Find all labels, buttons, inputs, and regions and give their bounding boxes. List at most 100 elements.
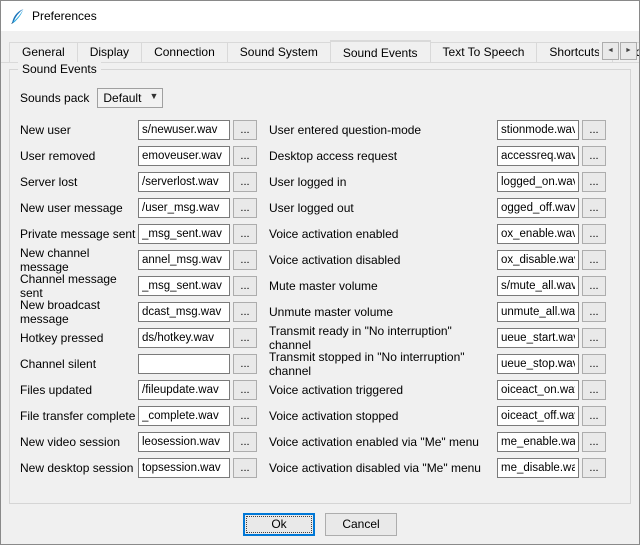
browse-button[interactable]: ... xyxy=(233,120,257,140)
browse-button[interactable]: ... xyxy=(233,354,257,374)
sound-file-input[interactable] xyxy=(497,328,579,348)
cancel-button[interactable]: Cancel xyxy=(325,513,397,536)
sound-file-input[interactable] xyxy=(497,432,579,452)
tab-scroll-left-button[interactable]: ◄ xyxy=(602,42,619,60)
sound-file-input[interactable] xyxy=(497,224,579,244)
browse-button[interactable]: ... xyxy=(233,380,257,400)
browse-button[interactable]: ... xyxy=(233,198,257,218)
sound-event-label: New user message xyxy=(20,201,138,215)
browse-button[interactable]: ... xyxy=(582,302,606,322)
browse-button[interactable]: ... xyxy=(582,380,606,400)
sound-event-label: New user xyxy=(20,123,138,137)
sound-file-input[interactable] xyxy=(138,380,230,400)
sound-event-row: New user message ... xyxy=(20,198,257,218)
sound-event-row: Unmute master volume ... xyxy=(269,302,606,322)
sound-file-input[interactable] xyxy=(497,198,579,218)
sound-event-row: Transmit ready in "No interruption" chan… xyxy=(269,328,606,348)
sound-event-row: New user ... xyxy=(20,120,257,140)
window-title: Preferences xyxy=(32,9,97,23)
sound-file-input[interactable] xyxy=(497,302,579,322)
tabs-inner: General Display Connection Sound System … xyxy=(1,39,639,62)
tab-display[interactable]: Display xyxy=(77,42,142,62)
tab-general[interactable]: General xyxy=(9,42,78,62)
sound-event-label: New channel message xyxy=(20,246,138,274)
sound-event-label: Channel message sent xyxy=(20,272,138,300)
tab-sound-events[interactable]: Sound Events xyxy=(330,40,431,63)
browse-button[interactable]: ... xyxy=(582,432,606,452)
sounds-pack-select[interactable]: Default ▼ xyxy=(97,88,163,108)
sound-file-input[interactable] xyxy=(497,458,579,478)
browse-button[interactable]: ... xyxy=(582,354,606,374)
button-bar: Ok Cancel xyxy=(1,504,639,544)
sound-event-row: Private message sent ... xyxy=(20,224,257,244)
browse-button[interactable]: ... xyxy=(582,224,606,244)
browse-button[interactable]: ... xyxy=(233,250,257,270)
browse-button[interactable]: ... xyxy=(233,302,257,322)
browse-button[interactable]: ... xyxy=(233,406,257,426)
browse-button[interactable]: ... xyxy=(233,276,257,296)
sound-file-input[interactable] xyxy=(138,406,230,426)
sound-event-label: Voice activation enabled via "Me" menu xyxy=(269,435,497,449)
sound-events-groupbox: Sound Events Sounds pack Default ▼ New u… xyxy=(9,69,631,504)
sound-event-label: New desktop session xyxy=(20,461,138,475)
app-icon xyxy=(9,8,26,25)
sound-file-input[interactable] xyxy=(138,146,230,166)
sound-file-input[interactable] xyxy=(138,328,230,348)
browse-button[interactable]: ... xyxy=(582,146,606,166)
sound-event-row: New channel message ... xyxy=(20,250,257,270)
sound-file-input[interactable] xyxy=(138,224,230,244)
sound-event-row: New video session ... xyxy=(20,432,257,452)
sound-file-input[interactable] xyxy=(138,198,230,218)
sound-event-row: Voice activation disabled via "Me" menu … xyxy=(269,458,606,478)
sound-event-label: Voice activation disabled xyxy=(269,253,497,267)
sound-file-input[interactable] xyxy=(138,432,230,452)
sound-file-input[interactable] xyxy=(138,172,230,192)
tab-text-to-speech[interactable]: Text To Speech xyxy=(430,42,538,62)
sound-event-row: Mute master volume ... xyxy=(269,276,606,296)
browse-button[interactable]: ... xyxy=(582,250,606,270)
sound-event-label: New video session xyxy=(20,435,138,449)
sound-event-row: Transmit stopped in "No interruption" ch… xyxy=(269,354,606,374)
browse-button[interactable]: ... xyxy=(233,172,257,192)
browse-button[interactable]: ... xyxy=(233,146,257,166)
sound-file-input[interactable] xyxy=(497,146,579,166)
sound-file-input[interactable] xyxy=(138,458,230,478)
browse-button[interactable]: ... xyxy=(582,276,606,296)
sound-file-input[interactable] xyxy=(497,172,579,192)
sound-event-label: Transmit ready in "No interruption" chan… xyxy=(269,324,497,352)
browse-button[interactable]: ... xyxy=(233,224,257,244)
browse-button[interactable]: ... xyxy=(233,458,257,478)
sound-event-label: File transfer complete xyxy=(20,409,138,423)
sound-event-label: Hotkey pressed xyxy=(20,331,138,345)
sound-file-input[interactable] xyxy=(138,302,230,322)
tab-scroll-right-button[interactable]: ► xyxy=(620,42,637,60)
sound-file-input[interactable] xyxy=(497,406,579,426)
sound-event-row: User entered question-mode ... xyxy=(269,120,606,140)
tab-scrollers: ◄ ► xyxy=(599,42,637,60)
sound-file-input[interactable] xyxy=(497,380,579,400)
sound-file-input[interactable] xyxy=(497,354,579,374)
sound-file-input[interactable] xyxy=(138,120,230,140)
sounds-pack-row: Sounds pack Default ▼ xyxy=(20,88,620,108)
tab-sound-system[interactable]: Sound System xyxy=(227,42,331,62)
browse-button[interactable]: ... xyxy=(233,432,257,452)
sound-file-input[interactable] xyxy=(138,276,230,296)
sound-event-label: Channel silent xyxy=(20,357,138,371)
sound-event-row: User logged in ... xyxy=(269,172,606,192)
browse-button[interactable]: ... xyxy=(582,458,606,478)
browse-button[interactable]: ... xyxy=(582,406,606,426)
browse-button[interactable]: ... xyxy=(582,328,606,348)
browse-button[interactable]: ... xyxy=(582,198,606,218)
sound-file-input[interactable] xyxy=(138,250,230,270)
sound-file-input[interactable] xyxy=(497,120,579,140)
browse-button[interactable]: ... xyxy=(233,328,257,348)
browse-button[interactable]: ... xyxy=(582,120,606,140)
browse-button[interactable]: ... xyxy=(582,172,606,192)
sound-file-input[interactable] xyxy=(138,354,230,374)
ok-button[interactable]: Ok xyxy=(243,513,315,536)
tab-connection[interactable]: Connection xyxy=(141,42,228,62)
sound-event-row: Voice activation stopped ... xyxy=(269,406,606,426)
sound-file-input[interactable] xyxy=(497,276,579,296)
sound-file-input[interactable] xyxy=(497,250,579,270)
sound-event-row: Voice activation enabled via "Me" menu .… xyxy=(269,432,606,452)
